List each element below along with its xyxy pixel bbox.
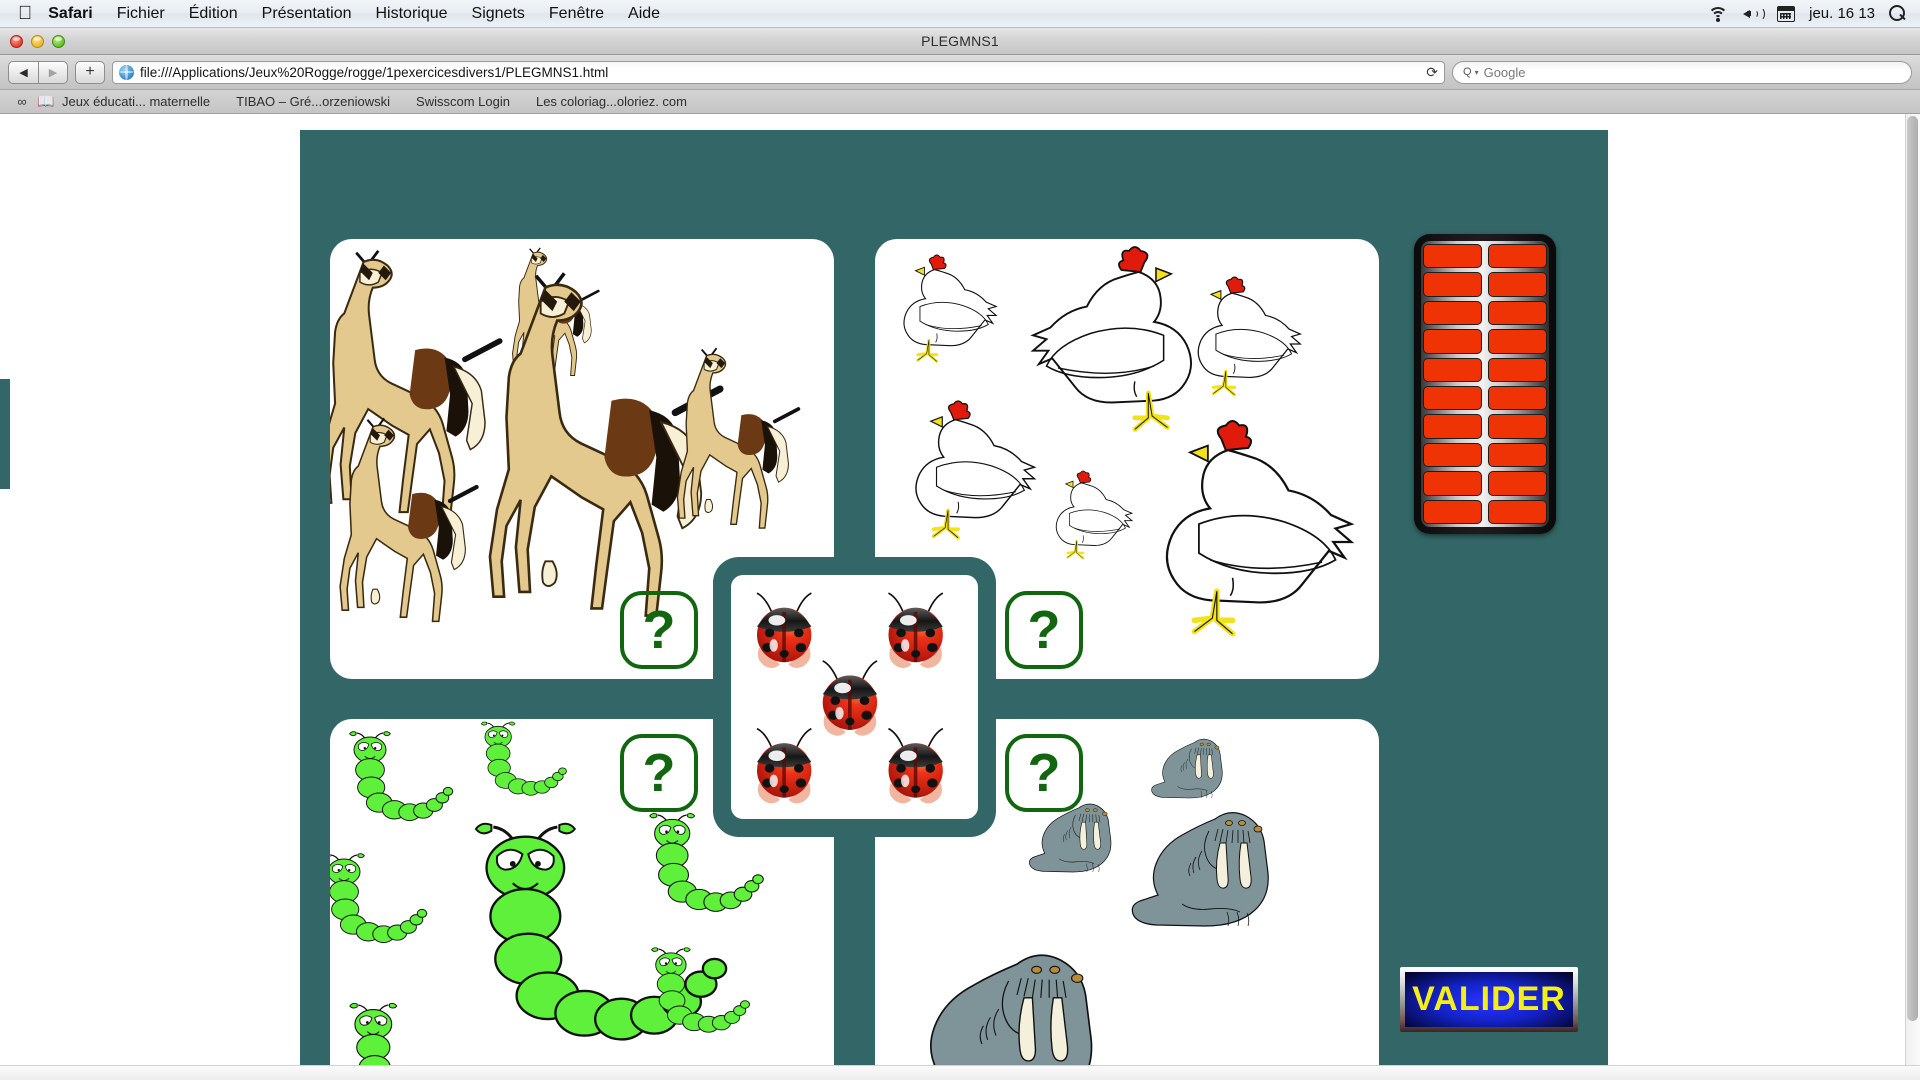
keypad-button[interactable]	[1423, 414, 1482, 438]
bookmark-tibao[interactable]: TIBAO – Gré...orzeniowski	[223, 94, 403, 109]
ladybug-reference-frame	[713, 557, 996, 837]
keypad-button[interactable]	[1488, 386, 1547, 410]
validate-button-frame[interactable]: VALIDER	[1400, 967, 1578, 1032]
keypad-button[interactable]	[1423, 500, 1482, 524]
keypad-button[interactable]	[1488, 414, 1547, 438]
ladybug-illustrations	[731, 575, 978, 819]
scrollbar-thumb[interactable]	[1907, 116, 1918, 1021]
keypad-button[interactable]	[1488, 443, 1547, 467]
keypad-button[interactable]	[1488, 500, 1547, 524]
search-icon: Q	[1463, 66, 1472, 78]
menu-item-aide[interactable]: Aide	[616, 0, 672, 28]
window-title: PLEGMNS1	[0, 33, 1920, 49]
keypad-button[interactable]	[1423, 329, 1482, 353]
page-horizontal-scrollbar[interactable]	[0, 1065, 1920, 1080]
volume-icon[interactable]	[1743, 6, 1763, 22]
bookmarks-bar: ∞ 📖 Jeux éducati... maternelle TIBAO – G…	[0, 90, 1920, 114]
keypad-button[interactable]	[1488, 358, 1547, 382]
search-input[interactable]: Q ▾ Google	[1452, 61, 1912, 84]
question-mark-chickens[interactable]: ?	[1005, 591, 1083, 669]
bookmarks-book-icon[interactable]: 📖	[34, 93, 58, 110]
apple-logo-icon[interactable]: 	[18, 4, 32, 23]
address-bar-value: file:///Applications/Jeux%20Rogge/rogge/…	[140, 65, 608, 80]
question-mark-gazelles[interactable]: ?	[620, 591, 698, 669]
reload-icon[interactable]: ⟳	[1426, 64, 1438, 81]
search-placeholder: Google	[1484, 65, 1526, 80]
page-vertical-scrollbar[interactable]	[1905, 114, 1920, 1080]
menu-item-fichier[interactable]: Fichier	[105, 0, 177, 28]
menu-item-historique[interactable]: Historique	[364, 0, 460, 28]
menu-item-signets[interactable]: Signets	[460, 0, 537, 28]
keypad-button[interactable]	[1423, 272, 1482, 296]
keypad-button[interactable]	[1488, 272, 1547, 296]
ladybug-reference-panel[interactable]	[731, 575, 978, 819]
question-mark-caterpillars[interactable]: ?	[620, 734, 698, 812]
keypad-button[interactable]	[1488, 329, 1547, 353]
keypad-button[interactable]	[1423, 301, 1482, 325]
back-button[interactable]: ◀	[8, 61, 38, 84]
reader-glasses-icon[interactable]: ∞	[10, 94, 34, 109]
bookmark-les-coloriages[interactable]: Les coloriag...oloriez. com	[523, 94, 700, 109]
menu-item-presentation[interactable]: Présentation	[250, 0, 364, 28]
mac-menu-bar:  Safari Fichier Édition Présentation Hi…	[0, 0, 1920, 28]
window-title-bar: PLEGMNS1	[0, 28, 1920, 55]
menu-item-fenetre[interactable]: Fenêtre	[537, 0, 616, 28]
red-button-keypad[interactable]	[1414, 234, 1556, 534]
keypad-button[interactable]	[1423, 386, 1482, 410]
menu-item-edition[interactable]: Édition	[177, 0, 250, 28]
globe-icon	[119, 65, 134, 80]
spotlight-search-icon[interactable]	[1889, 5, 1906, 22]
question-mark-walruses[interactable]: ?	[1005, 734, 1083, 812]
keypad-button[interactable]	[1423, 471, 1482, 495]
wifi-icon[interactable]	[1707, 6, 1729, 22]
safari-window: PLEGMNS1 ◀ ▶ + file:///Applications/Jeux…	[0, 28, 1920, 1080]
address-bar[interactable]: file:///Applications/Jeux%20Rogge/rogge/…	[112, 61, 1445, 84]
keypad-button[interactable]	[1423, 244, 1482, 268]
page-left-edge-strip	[0, 379, 10, 489]
add-bookmark-button[interactable]: +	[75, 61, 105, 84]
menu-item-safari[interactable]: Safari	[36, 0, 104, 28]
date-time-icon[interactable]	[1777, 6, 1795, 22]
browser-toolbar: ◀ ▶ + file:///Applications/Jeux%20Rogge/…	[0, 55, 1920, 90]
web-page-content: ? ? ? ?	[0, 114, 1920, 1080]
bookmark-jeux-educatifs[interactable]: Jeux éducati... maternelle	[58, 94, 223, 109]
validate-button[interactable]: VALIDER	[1405, 972, 1573, 1027]
keypad-button[interactable]	[1488, 244, 1547, 268]
bookmark-swisscom-login[interactable]: Swisscom Login	[403, 94, 523, 109]
keypad-button[interactable]	[1488, 301, 1547, 325]
chevron-down-icon[interactable]: ▾	[1475, 68, 1479, 77]
keypad-button[interactable]	[1423, 443, 1482, 467]
keypad-button[interactable]	[1423, 358, 1482, 382]
forward-button[interactable]: ▶	[38, 61, 68, 84]
keypad-button[interactable]	[1488, 471, 1547, 495]
menu-bar-clock[interactable]: jeu. 16 13	[1809, 5, 1875, 22]
navigation-buttons: ◀ ▶	[8, 61, 68, 84]
